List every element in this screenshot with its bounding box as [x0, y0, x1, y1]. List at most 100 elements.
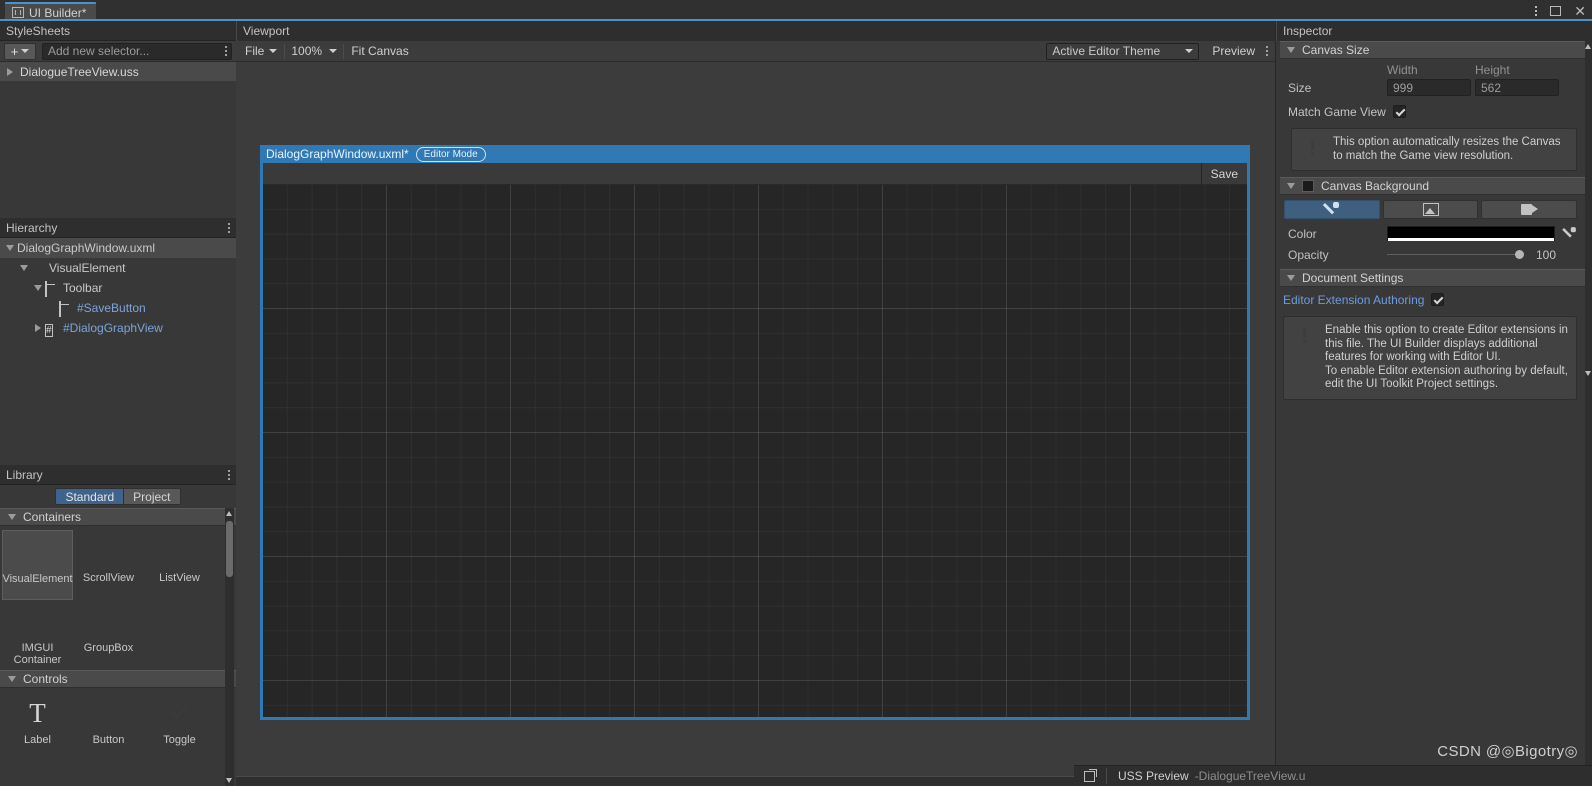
- section-canvas-background[interactable]: Canvas Background: [1280, 177, 1585, 195]
- scroll-down-icon[interactable]: [1585, 371, 1591, 376]
- library-panel-header: Library: [0, 465, 236, 485]
- library-item-listview[interactable]: ListView: [144, 530, 215, 600]
- chevron-down-icon: [1287, 47, 1295, 53]
- library-item-label[interactable]: T Label: [2, 692, 73, 762]
- opacity-slider-knob[interactable]: [1515, 250, 1524, 259]
- library-item-groupbox[interactable]: GroupBox: [73, 600, 144, 670]
- expand-arrow[interactable]: [31, 285, 45, 291]
- save-button[interactable]: Save: [1200, 163, 1247, 184]
- preview-button[interactable]: Preview: [1205, 42, 1262, 61]
- scrollbar-thumb[interactable]: [226, 521, 233, 577]
- library-item-label: IMGUI Container: [13, 642, 62, 666]
- library-item-label: Toggle: [163, 734, 196, 746]
- uss-preview-bar[interactable]: USS Preview -DialogueTreeView.u: [1074, 765, 1592, 786]
- library-section-containers-label: Containers: [23, 510, 82, 524]
- background-mode-camera[interactable]: [1481, 200, 1578, 219]
- tree-node-toolbar[interactable]: Toolbar: [0, 278, 236, 298]
- theme-dropdown[interactable]: Active Editor Theme: [1046, 42, 1200, 60]
- expand-arrow[interactable]: [17, 265, 31, 271]
- ui-builder-window: UI Builder* ✕ StyleSheets + Add new sele…: [0, 0, 1592, 786]
- selector-menu-icon[interactable]: [225, 45, 227, 56]
- chevron-right-icon[interactable]: [7, 67, 13, 76]
- file-menu-button[interactable]: File: [238, 42, 284, 61]
- canvas-grid[interactable]: [263, 185, 1247, 717]
- canvas-background-color-swatch[interactable]: [1387, 226, 1555, 241]
- library-item-scrollview[interactable]: ScrollView: [73, 530, 144, 600]
- scroll-up-icon[interactable]: [226, 511, 232, 516]
- editor-extension-helpbox: Enable this option to create Editor exte…: [1283, 316, 1577, 400]
- library-scrollbar[interactable]: [225, 508, 234, 786]
- close-icon[interactable]: ✕: [1574, 4, 1586, 18]
- save-button-label: Save: [1210, 166, 1238, 181]
- size-label: Size: [1288, 80, 1312, 95]
- library-section-containers[interactable]: Containers: [0, 508, 236, 526]
- match-game-view-help-text: This option automatically resizes the Ca…: [1333, 136, 1561, 162]
- library-item-imguicontainer[interactable]: IMGUI Container: [2, 600, 73, 670]
- library-tab-standard[interactable]: Standard: [55, 488, 125, 505]
- library-grid-controls: T Label Button Toggle: [0, 688, 236, 762]
- library-item-label: VisualElement: [2, 573, 73, 585]
- inspector-panel-header: Inspector: [1276, 21, 1592, 41]
- stylesheet-item-row[interactable]: DialogueTreeView.uss: [0, 62, 236, 81]
- library-item-visualelement[interactable]: VisualElement: [2, 530, 73, 600]
- scroll-view-icon: [94, 537, 124, 566]
- chevron-down-icon: [269, 49, 278, 53]
- match-game-view-checkbox[interactable]: [1392, 105, 1406, 118]
- match-game-view-helpbox: This option automatically resizes the Ca…: [1291, 128, 1577, 171]
- background-mode-image[interactable]: [1382, 200, 1479, 219]
- canvas-frame[interactable]: DialogGraphWindow.uxml* Editor Mode Save: [260, 145, 1250, 720]
- zoom-dropdown[interactable]: 100%: [285, 42, 343, 61]
- expand-arrow[interactable]: [31, 324, 45, 332]
- expand-arrow[interactable]: [3, 245, 17, 251]
- button-icon: [94, 699, 124, 728]
- canvas-width-input[interactable]: 999: [1387, 79, 1471, 96]
- chevron-down-icon: [1287, 183, 1295, 189]
- add-selector-placeholder: Add new selector...: [48, 44, 150, 58]
- chevron-down-icon: [1185, 49, 1194, 53]
- library-item-label: ScrollView: [82, 572, 135, 584]
- open-external-icon[interactable]: [1084, 768, 1097, 782]
- inspector-scrollbar[interactable]: [1585, 41, 1592, 786]
- add-stylesheet-button[interactable]: +: [4, 42, 36, 60]
- background-mode-color[interactable]: [1284, 200, 1380, 219]
- theme-value: Active Editor Theme: [1052, 44, 1161, 58]
- canvas-height-input[interactable]: 562: [1475, 79, 1559, 96]
- kebab-icon[interactable]: [1535, 5, 1538, 16]
- hierarchy-menu-icon[interactable]: [228, 222, 230, 233]
- section-document-settings[interactable]: Document Settings: [1280, 269, 1585, 287]
- library-section-controls[interactable]: Controls: [0, 670, 236, 688]
- canvas-size-column-headers: Width Height: [1280, 59, 1585, 77]
- viewport-panel-title: Viewport: [243, 24, 290, 38]
- color-picker-eyedropper-icon[interactable]: [1561, 226, 1577, 241]
- fit-canvas-button[interactable]: Fit Canvas: [344, 42, 415, 61]
- group-box-icon: [94, 607, 124, 636]
- library-menu-icon[interactable]: [228, 469, 230, 480]
- toolbar-icon: [59, 301, 72, 317]
- viewport-panel: Viewport File 100% Fit Canvas Active Edi…: [236, 21, 1276, 786]
- library-item-toggle[interactable]: Toggle: [144, 692, 215, 762]
- toolbar-icon: [45, 281, 58, 297]
- library-tab-project[interactable]: Project: [124, 488, 181, 505]
- section-canvas-size[interactable]: Canvas Size: [1280, 41, 1585, 59]
- tree-node-dialoggraphview[interactable]: # #DialogGraphView: [0, 318, 236, 338]
- tree-node-visualelement[interactable]: VisualElement: [0, 258, 236, 278]
- tree-node-savebutton[interactable]: #SaveButton: [0, 298, 236, 318]
- add-stylesheet-label: +: [10, 43, 19, 59]
- hierarchy-panel-title: Hierarchy: [6, 220, 58, 235]
- inspector-panel-title: Inspector: [1283, 24, 1333, 38]
- section-canvas-size-label: Canvas Size: [1302, 43, 1370, 57]
- scroll-up-icon[interactable]: [1585, 44, 1591, 49]
- library-item-button[interactable]: Button: [73, 692, 144, 762]
- opacity-slider[interactable]: [1387, 246, 1524, 263]
- tree-node-root[interactable]: DialogGraphWindow.uxml: [0, 238, 236, 258]
- opacity-input[interactable]: 100: [1531, 246, 1577, 263]
- divider: [1106, 768, 1107, 784]
- match-game-view-row: Match Game View: [1280, 101, 1585, 122]
- scroll-down-icon[interactable]: [226, 778, 232, 783]
- add-selector-input[interactable]: Add new selector...: [42, 42, 232, 60]
- maximize-icon[interactable]: [1550, 5, 1562, 16]
- viewport-menu-icon[interactable]: [1266, 46, 1268, 56]
- canvas-title-bar: DialogGraphWindow.uxml* Editor Mode: [260, 145, 1250, 163]
- editor-extension-checkbox[interactable]: [1431, 293, 1445, 306]
- library-tab-bar: Standard Project: [0, 485, 236, 508]
